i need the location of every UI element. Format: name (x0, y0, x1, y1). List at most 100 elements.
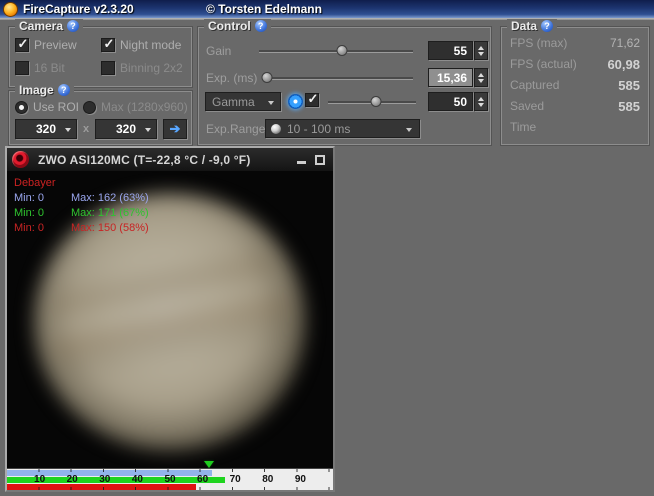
gain-slider[interactable] (259, 41, 413, 60)
channel-max: Max: 150 (58%) (71, 222, 149, 234)
binning-checkbox[interactable] (101, 61, 115, 75)
night-mode-checkbox-label: Night mode (120, 38, 181, 52)
app-titlebar: FireCapture v2.3.20 © Torsten Edelmann (0, 0, 654, 18)
data-help-icon[interactable]: ? (541, 20, 553, 32)
camera-panel: Camera ? ✓ Preview ✓ Night mode 16 Bit B… (8, 26, 193, 88)
data-row-label: Saved (510, 99, 544, 113)
image-panel-title-text: Image (19, 83, 54, 97)
channel-stats-green: Min: 0 Max: 171 (67%) (14, 207, 149, 219)
preview-window-buttons (297, 155, 328, 165)
control-panel-title: Control ? (204, 19, 271, 33)
app-credit: © Torsten Edelmann (206, 2, 322, 16)
roi-width-dropdown[interactable]: 320 (15, 119, 77, 139)
spinner-up-icon (478, 97, 484, 101)
gamma-checkbox[interactable]: ✓ (305, 93, 319, 107)
hist-marker[interactable] (204, 461, 214, 468)
gamma-dropdown[interactable]: Gamma (205, 92, 281, 111)
roi-width-value: 320 (36, 122, 56, 136)
data-row-fps-actual: FPS (actual) 60,98 (510, 56, 640, 72)
spinner-up-icon (478, 73, 484, 77)
bit16-checkbox-row: 16 Bit (15, 61, 65, 75)
exp-range-label: Exp.Range (206, 122, 265, 136)
preview-checkbox-label: Preview (34, 38, 77, 52)
hist-band-blue (7, 470, 212, 476)
night-mode-checkbox-row: ✓ Night mode (101, 38, 181, 52)
minimize-icon[interactable] (297, 161, 306, 164)
exp-range-dropdown[interactable]: 10 - 100 ms (265, 119, 420, 138)
firecapture-app: FireCapture v2.3.20 © Torsten Edelmann C… (0, 0, 654, 496)
data-row-value: 585 (618, 78, 640, 93)
data-row-value: 71,62 (610, 36, 640, 50)
channel-min: Min: 0 (14, 207, 71, 219)
preview-window: ZWO ASI120MC (T=-22,8 °C / -9,0 °F) Deba… (5, 146, 335, 492)
exposure-slider[interactable] (262, 68, 413, 87)
moon-icon (271, 124, 281, 134)
data-row-fps-max: FPS (max) 71,62 (510, 35, 640, 51)
chevron-down-icon (406, 128, 412, 132)
exposure-value-field[interactable]: 15,36 (428, 68, 473, 87)
gain-value: 55 (454, 44, 467, 58)
camera-help-icon[interactable]: ? (67, 20, 79, 32)
gain-slider-thumb[interactable] (337, 45, 348, 56)
gamma-dropdown-value: Gamma (212, 95, 255, 109)
chevron-down-icon (268, 101, 274, 105)
zwo-logo-icon (12, 151, 29, 168)
data-row-time: Time (510, 119, 640, 135)
data-panel-title: Data ? (507, 19, 557, 33)
hist-tick-label: 70 (230, 474, 241, 485)
channel-stats-blue: Min: 0 Max: 162 (63%) (14, 192, 149, 204)
gain-label: Gain (206, 44, 231, 58)
preview-checkbox-row: ✓ Preview (15, 38, 77, 52)
apply-roi-button[interactable]: ➔ (163, 119, 187, 139)
gamma-checkbox-row: ✓ (305, 93, 319, 107)
channel-max: Max: 162 (63%) (71, 192, 149, 204)
roi-height-dropdown[interactable]: 320 (95, 119, 157, 139)
control-help-icon[interactable]: ? (255, 20, 267, 32)
camera-panel-title-text: Camera (19, 19, 63, 33)
binning-checkbox-label: Binning 2x2 (120, 61, 183, 75)
use-roi-radio-row: Use ROI (15, 100, 79, 114)
image-help-icon[interactable]: ? (58, 84, 70, 96)
spinner-up-icon (478, 46, 484, 50)
exposure-slider-track[interactable] (262, 77, 413, 80)
data-row-captured: Captured 585 (510, 77, 640, 93)
night-mode-checkbox[interactable]: ✓ (101, 38, 115, 52)
gamma-slider[interactable] (328, 92, 416, 111)
exposure-slider-thumb[interactable] (261, 72, 272, 83)
data-panel-title-text: Data (511, 19, 537, 33)
gamma-spinner-buttons[interactable] (474, 92, 488, 111)
data-row-label: FPS (actual) (510, 57, 577, 71)
gain-spinner-buttons[interactable] (474, 41, 488, 60)
channel-max: Max: 171 (67%) (71, 207, 149, 219)
chevron-down-icon (65, 128, 71, 132)
maximize-icon[interactable] (315, 155, 325, 165)
hist-band-red (7, 484, 196, 490)
preview-window-titlebar[interactable]: ZWO ASI120MC (T=-22,8 °C / -9,0 °F) (7, 148, 333, 171)
camera-panel-title: Camera ? (15, 19, 83, 33)
gain-value-field[interactable]: 55 (428, 41, 473, 60)
data-row-label: Time (510, 120, 536, 134)
roi-times-label: x (83, 123, 89, 135)
bit16-checkbox[interactable] (15, 61, 29, 75)
exposure-label: Exp. (ms) (206, 71, 257, 85)
data-row-value: 585 (618, 99, 640, 114)
use-roi-radio-label: Use ROI (33, 100, 79, 114)
planet-bands (50, 208, 289, 435)
check-icon: ✓ (308, 92, 319, 105)
blue-arrow-icon: ➔ (170, 121, 181, 137)
gamma-slider-thumb[interactable] (371, 96, 382, 107)
data-row-value: 60,98 (607, 57, 640, 72)
use-roi-radio[interactable] (15, 101, 28, 114)
preview-checkbox[interactable]: ✓ (15, 38, 29, 52)
gamma-value: 50 (454, 95, 467, 109)
exposure-value: 15,36 (437, 71, 467, 85)
debayer-label: Debayer (14, 177, 56, 189)
image-panel: Image ? Use ROI Max (1280x960) 320 x 320… (8, 90, 193, 146)
gamma-auto-button[interactable] (288, 94, 303, 109)
exposure-spinner-buttons[interactable] (474, 68, 488, 87)
gamma-value-field[interactable]: 50 (428, 92, 473, 111)
hist-tick-label: 80 (262, 474, 273, 485)
max-size-radio[interactable] (83, 101, 96, 114)
hist-band-green (7, 477, 225, 483)
max-size-radio-row: Max (1280x960) (83, 100, 188, 114)
